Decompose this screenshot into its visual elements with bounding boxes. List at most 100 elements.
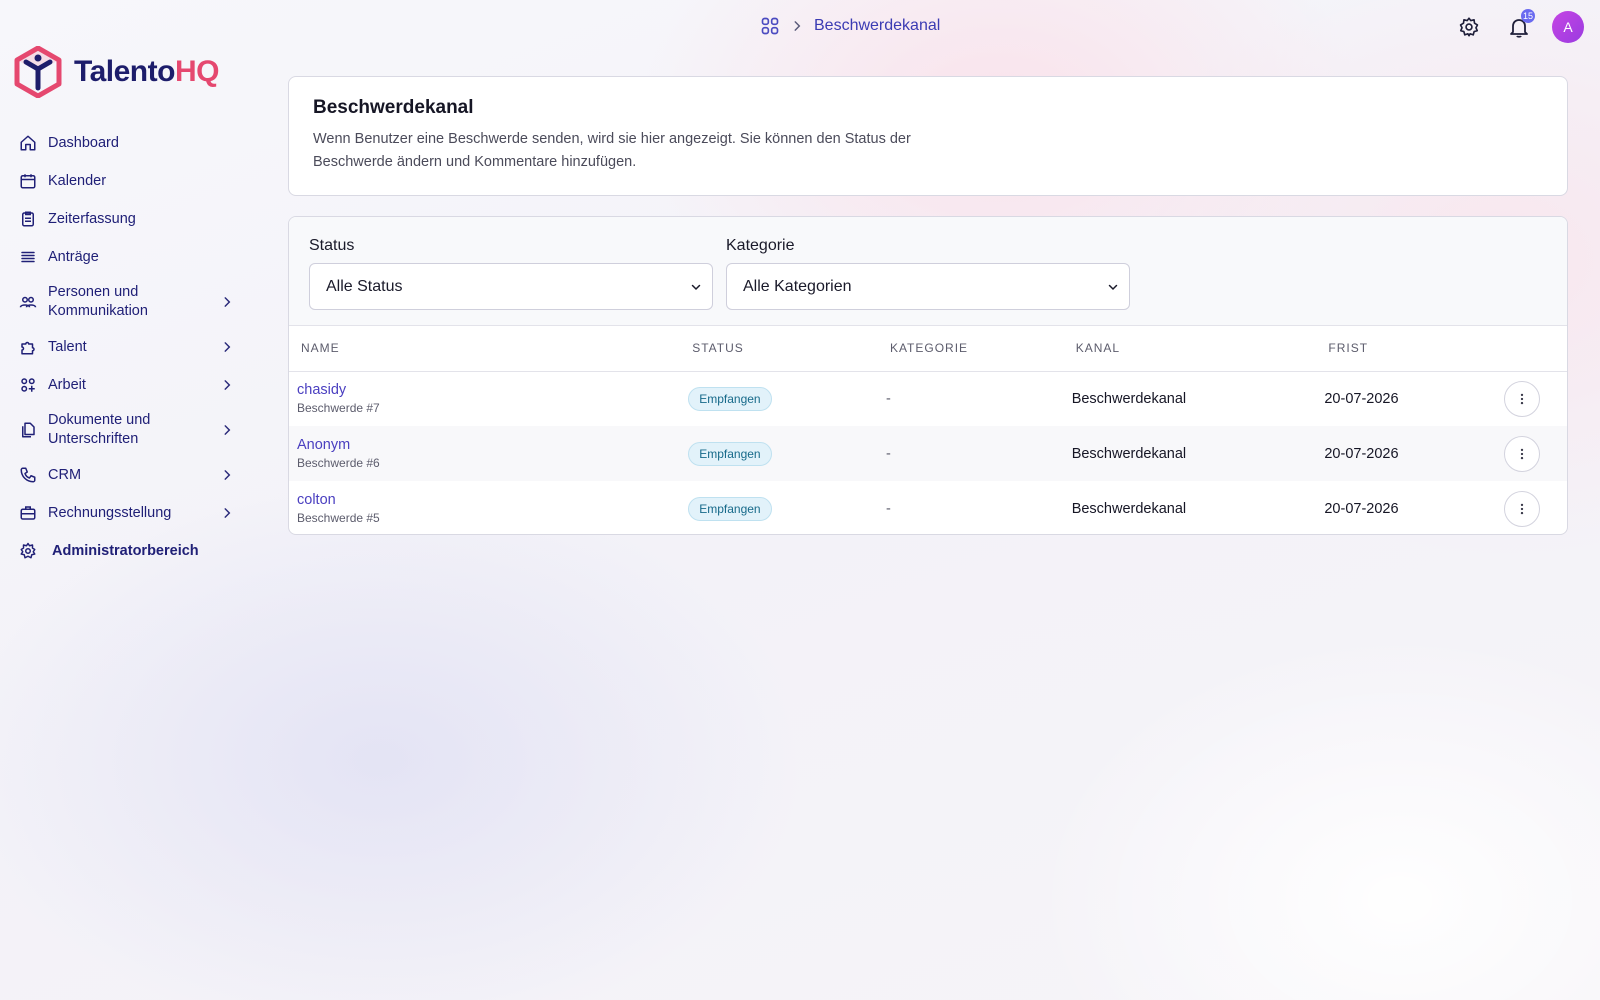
- page-description: Wenn Benutzer eine Beschwerde senden, wi…: [313, 131, 911, 170]
- complaints-table: NAME STATUS KATEGORIE KANAL FRIST chasid…: [289, 326, 1567, 534]
- sidebar-item-kalender[interactable]: Kalender: [0, 162, 250, 200]
- sidebar-item-crm[interactable]: CRM: [0, 456, 250, 494]
- intro-card: Beschwerdekanal Wenn Benutzer eine Besch…: [288, 76, 1568, 196]
- table-header-row: NAME STATUS KATEGORIE KANAL FRIST: [289, 326, 1567, 372]
- category-select[interactable]: Alle Kategorien: [726, 263, 1130, 310]
- sidebar-item-label: Rechnungsstellung: [48, 504, 172, 521]
- category-filter: Kategorie Alle Kategorien: [726, 237, 1130, 310]
- column-header-name[interactable]: NAME: [289, 326, 689, 372]
- notifications-button[interactable]: 15: [1502, 9, 1536, 44]
- sidebar-item-label: Kalender: [48, 172, 107, 189]
- sidebar-item-label: Personen und Kommunikation: [48, 284, 148, 319]
- chevron-right-icon: [224, 342, 231, 352]
- avatar[interactable]: A: [1552, 11, 1584, 43]
- column-header-channel[interactable]: KANAL: [1071, 326, 1325, 372]
- clipboard-icon: [18, 209, 38, 229]
- apps-grid-icon[interactable]: [760, 16, 780, 36]
- complaints-card: Status Alle Status Kategorie Alle Katego…: [288, 216, 1568, 535]
- column-header-deadline[interactable]: FRIST: [1324, 326, 1505, 372]
- cell-status: Empfangen: [688, 481, 886, 534]
- gear-icon: [18, 541, 38, 561]
- sidebar-item-personen[interactable]: Personen und Kommunikation: [0, 276, 250, 328]
- status-filter-label: Status: [309, 237, 355, 254]
- cell-deadline: 20-07-2026: [1324, 390, 1399, 407]
- sidebar-item-administratorbereich[interactable]: Administratorbereich: [0, 532, 250, 570]
- status-filter: Status Alle Status: [309, 237, 713, 310]
- chevron-right-icon: [224, 470, 231, 480]
- documents-icon: [18, 420, 38, 440]
- breadcrumb: Beschwerdekanal: [760, 14, 940, 38]
- breadcrumb-current[interactable]: Beschwerdekanal: [814, 17, 940, 35]
- app: TalentoHQ Dashboard Kalender Zeiterfassu…: [0, 0, 1600, 1000]
- cell-category: -: [885, 390, 891, 407]
- sidebar-item-zeiterfassung[interactable]: Zeiterfassung: [0, 200, 250, 238]
- list-icon: [18, 247, 38, 267]
- cell-actions: [1504, 481, 1567, 534]
- sidebar-item-dokumente[interactable]: Dokumente und Unterschriften: [0, 404, 250, 456]
- chevron-down-icon: [691, 284, 701, 290]
- more-vertical-icon: [1520, 448, 1524, 459]
- chevron-down-icon: [1108, 284, 1118, 290]
- cell-name: chasidy Beschwerde #7: [289, 371, 688, 426]
- cell-status: Empfangen: [688, 371, 886, 426]
- sidebar-item-label: Talent: [48, 338, 87, 355]
- phone-icon: [18, 465, 38, 485]
- sidebar-item-label: Dashboard: [48, 134, 119, 151]
- sidebar-item-label: Anträge: [48, 248, 99, 265]
- cell-name: colton Beschwerde #5: [289, 481, 688, 534]
- complaint-name-link[interactable]: Anonym: [297, 437, 688, 453]
- page-title: Beschwerdekanal: [313, 97, 474, 118]
- sidebar-item-label: Dokumente und Unterschriften: [48, 412, 151, 447]
- complaint-number: Beschwerde #7: [297, 401, 380, 416]
- logo[interactable]: TalentoHQ: [14, 46, 219, 98]
- cell-category: -: [885, 445, 891, 462]
- status-select[interactable]: Alle Status: [309, 263, 713, 310]
- column-header-actions: [1504, 326, 1567, 372]
- chevron-right-icon: [224, 297, 231, 307]
- sidebar-item-antraege[interactable]: Anträge: [0, 238, 250, 276]
- column-header-status[interactable]: STATUS: [688, 326, 886, 372]
- apps-icon: [18, 375, 38, 395]
- row-actions-button[interactable]: [1504, 435, 1541, 472]
- briefcase-icon: [18, 503, 38, 523]
- row-actions-button[interactable]: [1504, 380, 1541, 417]
- table-row[interactable]: Anonym Beschwerde #6 Empfangen - Beschwe…: [289, 426, 1567, 481]
- sidebar-item-dashboard[interactable]: Dashboard: [0, 124, 250, 162]
- sidebar-item-arbeit[interactable]: Arbeit: [0, 366, 250, 404]
- category-filter-label: Kategorie: [726, 237, 795, 254]
- column-header-category[interactable]: KATEGORIE: [885, 326, 1072, 372]
- sidebar-item-label: Zeiterfassung: [48, 210, 136, 227]
- chevron-right-icon: [794, 21, 801, 31]
- notification-badge: 15: [1520, 9, 1535, 23]
- table-row[interactable]: colton Beschwerde #5 Empfangen - Beschwe…: [289, 481, 1567, 534]
- table-row[interactable]: chasidy Beschwerde #7 Empfangen - Beschw…: [289, 371, 1567, 426]
- sidebar-item-rechnungsstellung[interactable]: Rechnungsstellung: [0, 494, 250, 532]
- chevron-right-icon: [224, 425, 231, 435]
- status-badge: Empfangen: [688, 386, 772, 411]
- status-badge: Empfangen: [688, 441, 772, 466]
- row-actions-button[interactable]: [1504, 490, 1541, 527]
- chevron-right-icon: [224, 508, 231, 518]
- sidebar-item-label: Administratorbereich: [52, 542, 199, 559]
- cell-category: -: [885, 500, 891, 517]
- cell-channel: Beschwerdekanal: [1071, 445, 1187, 462]
- sidebar-item-talent[interactable]: Talent: [0, 328, 250, 366]
- sidebar-nav: Dashboard Kalender Zeiterfassung Anträge: [0, 124, 250, 570]
- status-select-value: Alle Status: [326, 277, 403, 295]
- complaint-name-link[interactable]: colton: [297, 492, 688, 508]
- cell-deadline: 20-07-2026: [1324, 445, 1399, 462]
- logo-cube-icon: [14, 46, 62, 98]
- more-vertical-icon: [1520, 393, 1524, 404]
- cell-channel: Beschwerdekanal: [1071, 390, 1187, 407]
- home-icon: [18, 133, 38, 153]
- sidebar-item-label: Arbeit: [48, 376, 86, 393]
- complaint-name-link[interactable]: chasidy: [297, 382, 688, 398]
- logo-text-part1: Talento: [74, 55, 175, 88]
- cell-name: Anonym Beschwerde #6: [289, 426, 688, 481]
- top-actions: 15 A: [1452, 9, 1584, 44]
- settings-button[interactable]: [1452, 10, 1486, 44]
- cell-channel: Beschwerdekanal: [1071, 500, 1187, 517]
- filters-bar: Status Alle Status Kategorie Alle Katego…: [289, 217, 1567, 326]
- cell-actions: [1504, 371, 1567, 426]
- chevron-right-icon: [224, 380, 231, 390]
